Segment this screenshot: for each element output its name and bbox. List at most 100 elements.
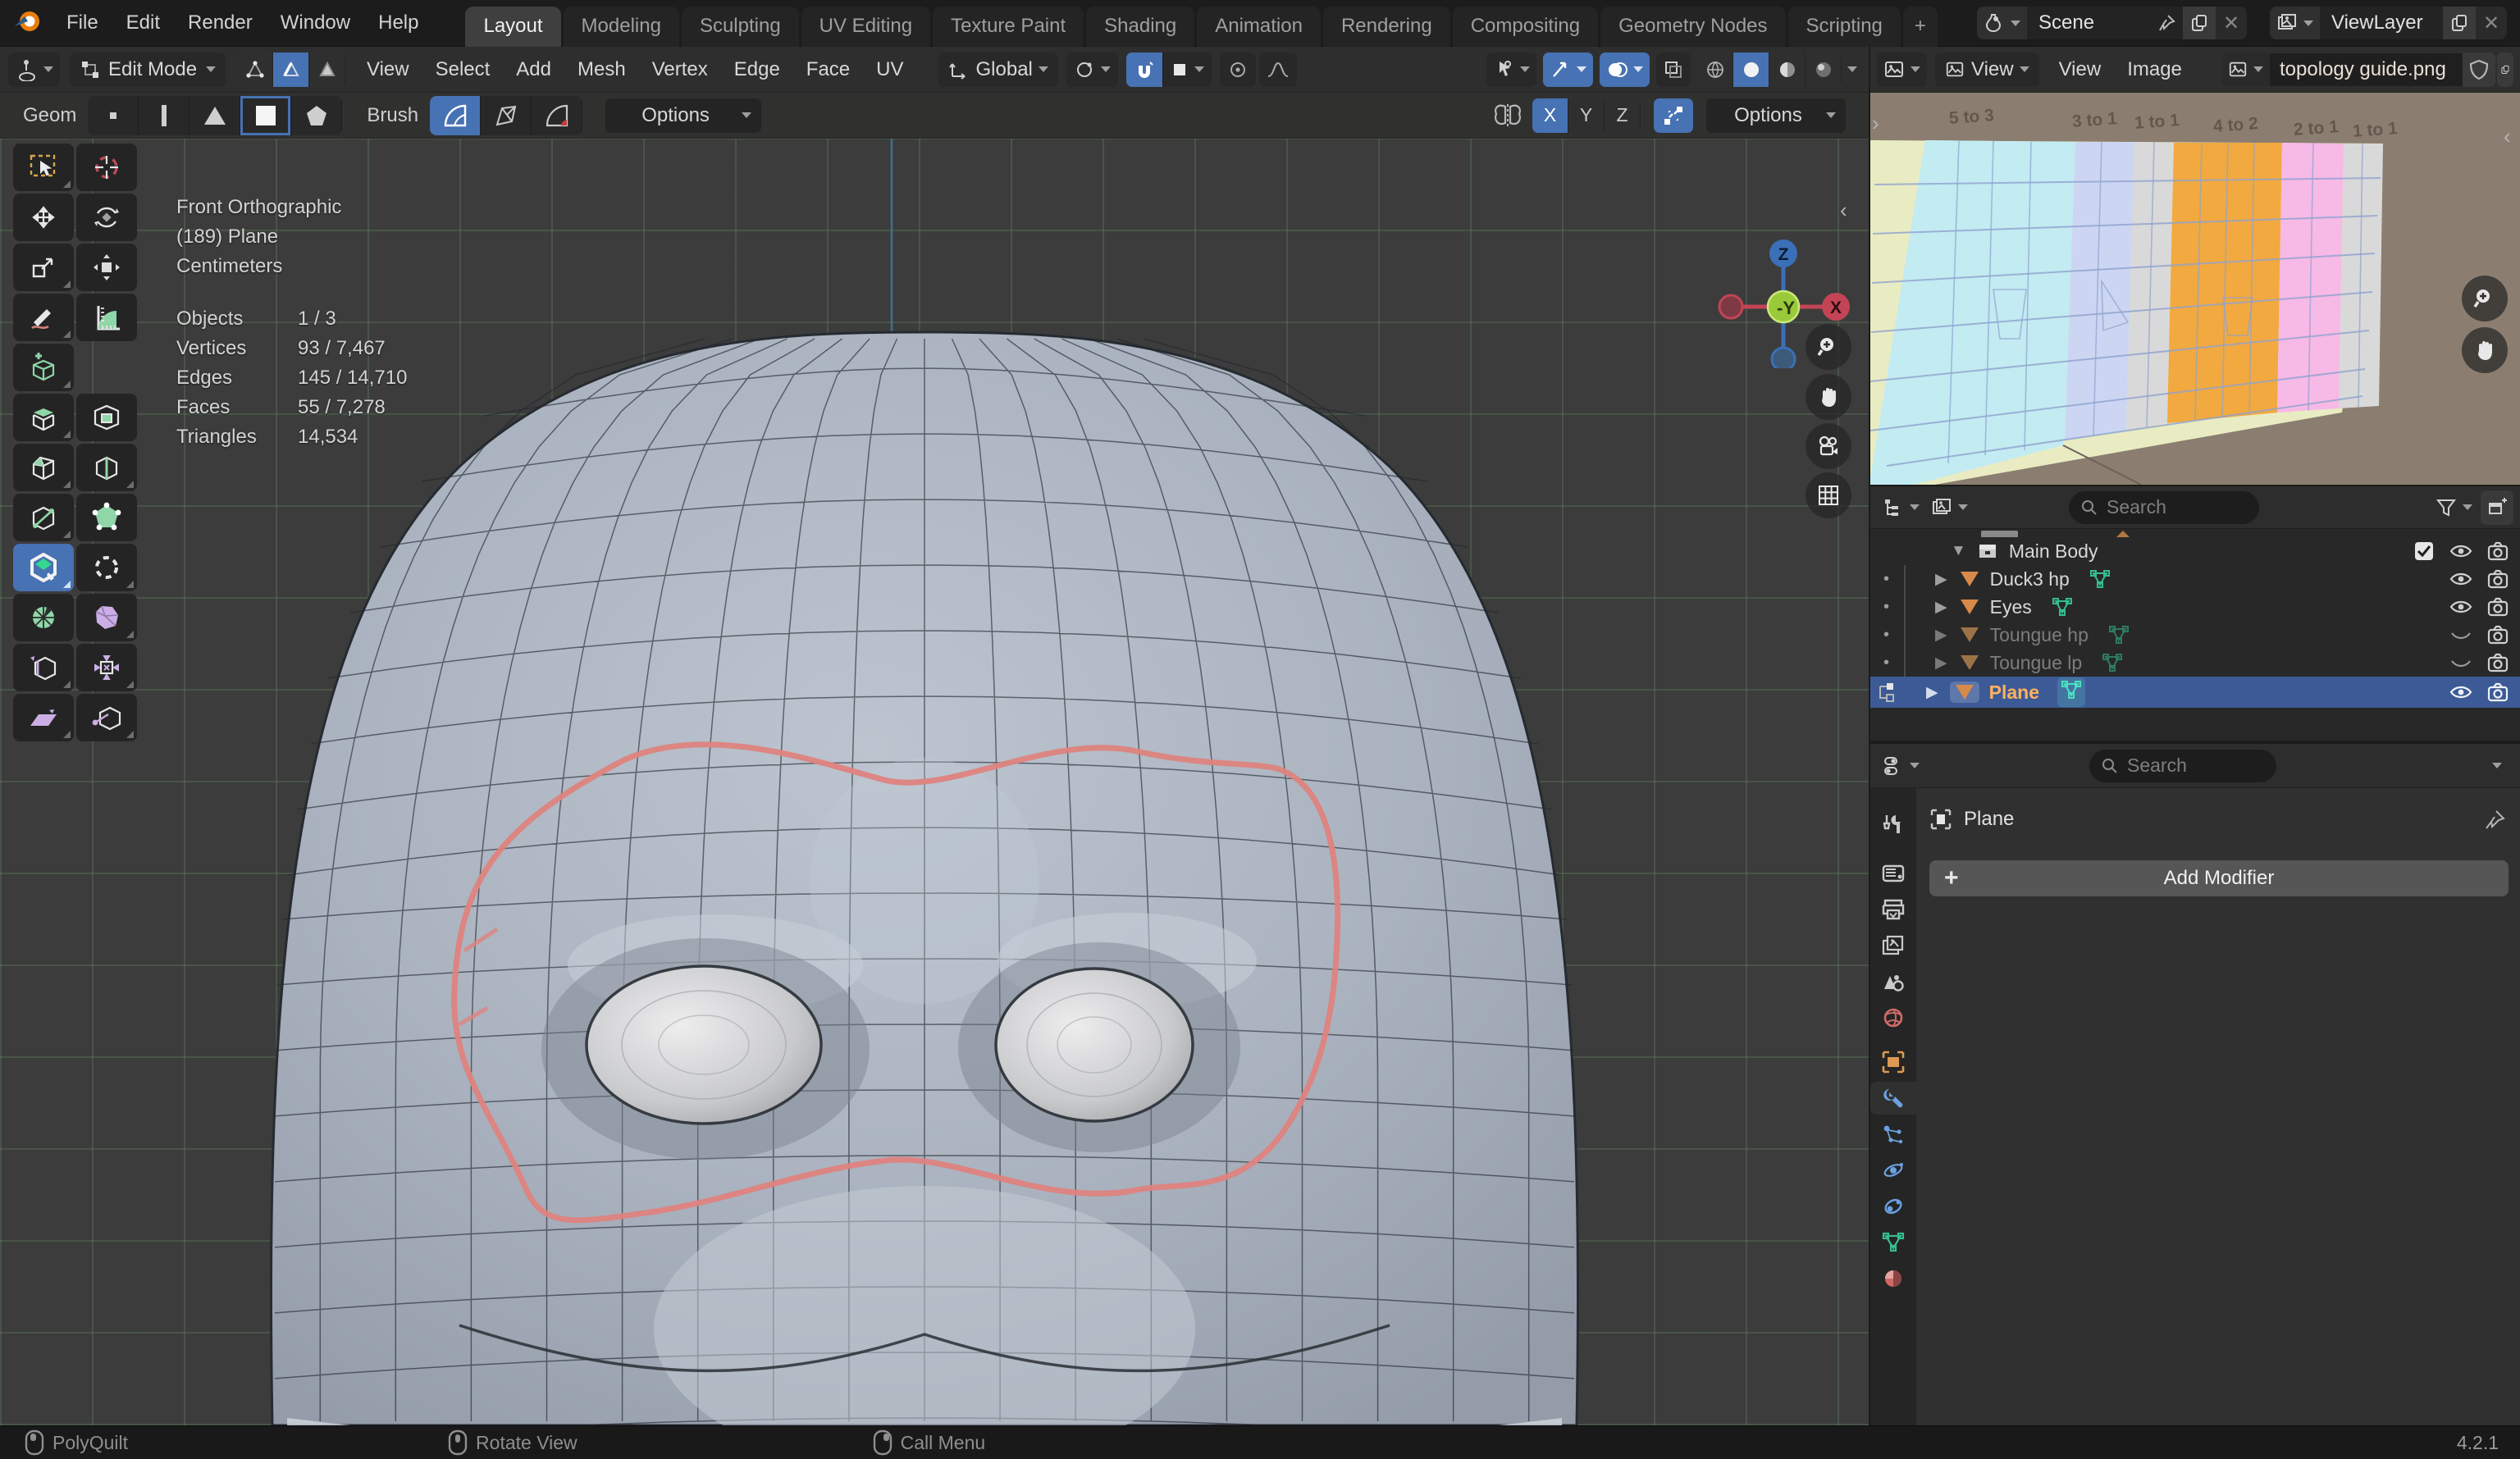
vertex-select-mode-icon[interactable]	[237, 52, 273, 87]
eye-closed-icon[interactable]	[2449, 625, 2472, 645]
object-label[interactable]: Duck3 hp	[1990, 568, 2070, 590]
snap-symmetry-icon[interactable]	[1654, 98, 1693, 133]
geom-edge-icon[interactable]	[139, 96, 189, 135]
sidebar-collapse-chevron[interactable]: ‹	[1840, 198, 1847, 223]
outliner-row-eyes[interactable]: • ▶ Eyes	[1870, 593, 2520, 621]
tab-uv-editing[interactable]: UV Editing	[801, 7, 930, 47]
gizmos-toggle-icon[interactable]	[1543, 52, 1593, 87]
expand-chevron-icon[interactable]: ▶	[1935, 626, 1947, 645]
tool-shear[interactable]	[13, 694, 74, 741]
menu-edit[interactable]: Edit	[112, 11, 174, 34]
camera-view-button[interactable]	[1806, 423, 1851, 469]
tab-data[interactable]	[1870, 1226, 1916, 1259]
collection-label[interactable]: Main Body	[2009, 540, 2098, 563]
viewlayer-browse-icon[interactable]	[2270, 7, 2320, 39]
blender-logo-icon[interactable]	[11, 5, 44, 42]
pivot-point-dropdown[interactable]	[1066, 52, 1118, 87]
tab-modeling[interactable]: Modeling	[564, 7, 679, 47]
camera-visibility-icon[interactable]	[2487, 569, 2509, 589]
image-mode-dropdown[interactable]: View	[1935, 52, 2039, 87]
viewlayer-name[interactable]: ViewLayer	[2320, 7, 2443, 39]
tool-extrude-region[interactable]	[13, 394, 74, 441]
camera-visibility-icon[interactable]	[2487, 682, 2509, 702]
tab-compositing[interactable]: Compositing	[1453, 7, 1598, 47]
orientation-dropdown[interactable]: Global	[938, 52, 1058, 87]
gizmo-z-neg-axis[interactable]	[1772, 348, 1795, 368]
tab-scene[interactable]	[1870, 965, 1916, 998]
image-browse-icon[interactable]	[2221, 52, 2270, 87]
outliner-row-toungue-hp[interactable]: • ▶ Toungue hp	[1870, 621, 2520, 649]
camera-visibility-icon[interactable]	[2487, 625, 2509, 645]
image-menu-image[interactable]: Image	[2114, 58, 2195, 81]
editor-type-properties-icon[interactable]	[1877, 749, 1925, 783]
geom-vertex-icon[interactable]	[88, 96, 139, 135]
tool-inset-faces[interactable]	[76, 394, 137, 441]
tab-texture-paint[interactable]: Texture Paint	[933, 7, 1084, 47]
outliner-type-icon[interactable]	[1877, 490, 1925, 525]
properties-search-input[interactable]	[2125, 754, 2248, 777]
vp-menu-edge[interactable]: Edge	[721, 58, 793, 81]
tool-cursor[interactable]	[76, 144, 137, 191]
image-zoom-button[interactable]	[2462, 276, 2508, 321]
tab-modifiers[interactable]	[1870, 1082, 1916, 1115]
add-workspace-button[interactable]: +	[1903, 7, 1938, 47]
scene-new-icon[interactable]	[2183, 7, 2216, 39]
image-new-icon[interactable]	[2497, 52, 2513, 87]
xray-toggle-icon[interactable]	[1656, 52, 1691, 87]
vp-menu-view[interactable]: View	[354, 58, 422, 81]
tool-options-dropdown[interactable]: Options	[605, 98, 761, 133]
viewport-canvas[interactable]: Front Orthographic (189) Plane Centimete…	[0, 139, 1869, 1425]
tab-layout[interactable]: Layout	[465, 7, 560, 47]
gizmo-x-neg-axis[interactable]	[1719, 295, 1742, 318]
tab-object[interactable]	[1870, 1046, 1916, 1078]
eye-open-icon[interactable]	[2449, 682, 2472, 702]
properties-options-chevron[interactable]	[2492, 763, 2502, 768]
overlays-toggle-icon[interactable]	[1600, 52, 1650, 87]
object-label[interactable]: Toungue lp	[1990, 652, 2083, 674]
eye-open-icon[interactable]	[2449, 597, 2472, 617]
tab-animation[interactable]: Animation	[1197, 7, 1321, 47]
vp-menu-select[interactable]: Select	[422, 58, 504, 81]
image-editor-canvas[interactable]: 5 to 3 3 to 1 1 to 1 4 to 2 2 to 1 1 to …	[1870, 93, 2520, 485]
camera-visibility-icon[interactable]	[2487, 653, 2509, 673]
tab-sculpting[interactable]: Sculpting	[682, 7, 799, 47]
geom-triangle-icon[interactable]	[189, 96, 240, 135]
geom-quad-icon[interactable]	[240, 96, 291, 135]
checkbox-checked-icon[interactable]	[2413, 540, 2435, 562]
pan-viewport-button[interactable]	[1806, 374, 1851, 420]
tool-scale[interactable]	[13, 244, 74, 291]
tab-view-layer[interactable]	[1870, 929, 1916, 962]
tab-scripting[interactable]: Scripting	[1788, 7, 1901, 47]
tab-output[interactable]	[1870, 893, 1916, 926]
new-collection-icon[interactable]	[2481, 490, 2513, 525]
outliner-row-duck3hp[interactable]: • ▶ Duck3 hp	[1870, 565, 2520, 593]
expand-chevron-icon[interactable]: ▼	[1951, 542, 1966, 560]
object-label[interactable]: Plane	[1989, 682, 2039, 704]
scene-pin-icon[interactable]	[2150, 7, 2183, 39]
tool-transform[interactable]	[76, 244, 137, 291]
zoom-viewport-button[interactable]	[1806, 324, 1851, 370]
vp-menu-vertex[interactable]: Vertex	[639, 58, 721, 81]
viewlayer-new-icon[interactable]	[2443, 7, 2476, 39]
brush-smooth-icon[interactable]	[430, 96, 481, 135]
vp-menu-uv[interactable]: UV	[863, 58, 916, 81]
tab-geometry-nodes[interactable]: Geometry Nodes	[1600, 7, 1785, 47]
outliner-display-icon[interactable]	[1925, 490, 1974, 525]
tab-rendering[interactable]: Rendering	[1323, 7, 1450, 47]
image-toolbar-chevron[interactable]: ›	[1872, 111, 1879, 136]
shading-rendered-icon[interactable]	[1806, 52, 1842, 87]
edge-select-mode-icon[interactable]	[273, 52, 309, 87]
fake-user-shield-icon[interactable]	[2463, 52, 2495, 87]
snap-toggle-icon[interactable]	[1126, 52, 1162, 87]
outliner-row-main-body[interactable]: ▼ Main Body	[1870, 537, 2520, 565]
shading-dropdown-chevron[interactable]	[1847, 66, 1857, 72]
shading-wireframe-icon[interactable]	[1697, 52, 1733, 87]
expand-chevron-icon[interactable]: ▶	[1935, 570, 1947, 589]
outliner-search-input[interactable]	[2105, 495, 2228, 519]
tool-add-cube[interactable]	[13, 344, 74, 391]
vp-menu-add[interactable]: Add	[503, 58, 564, 81]
tool-annotate[interactable]	[13, 294, 74, 341]
proportional-edit-icon[interactable]	[1220, 52, 1256, 87]
camera-visibility-icon[interactable]	[2487, 541, 2509, 561]
menu-help[interactable]: Help	[364, 11, 432, 34]
